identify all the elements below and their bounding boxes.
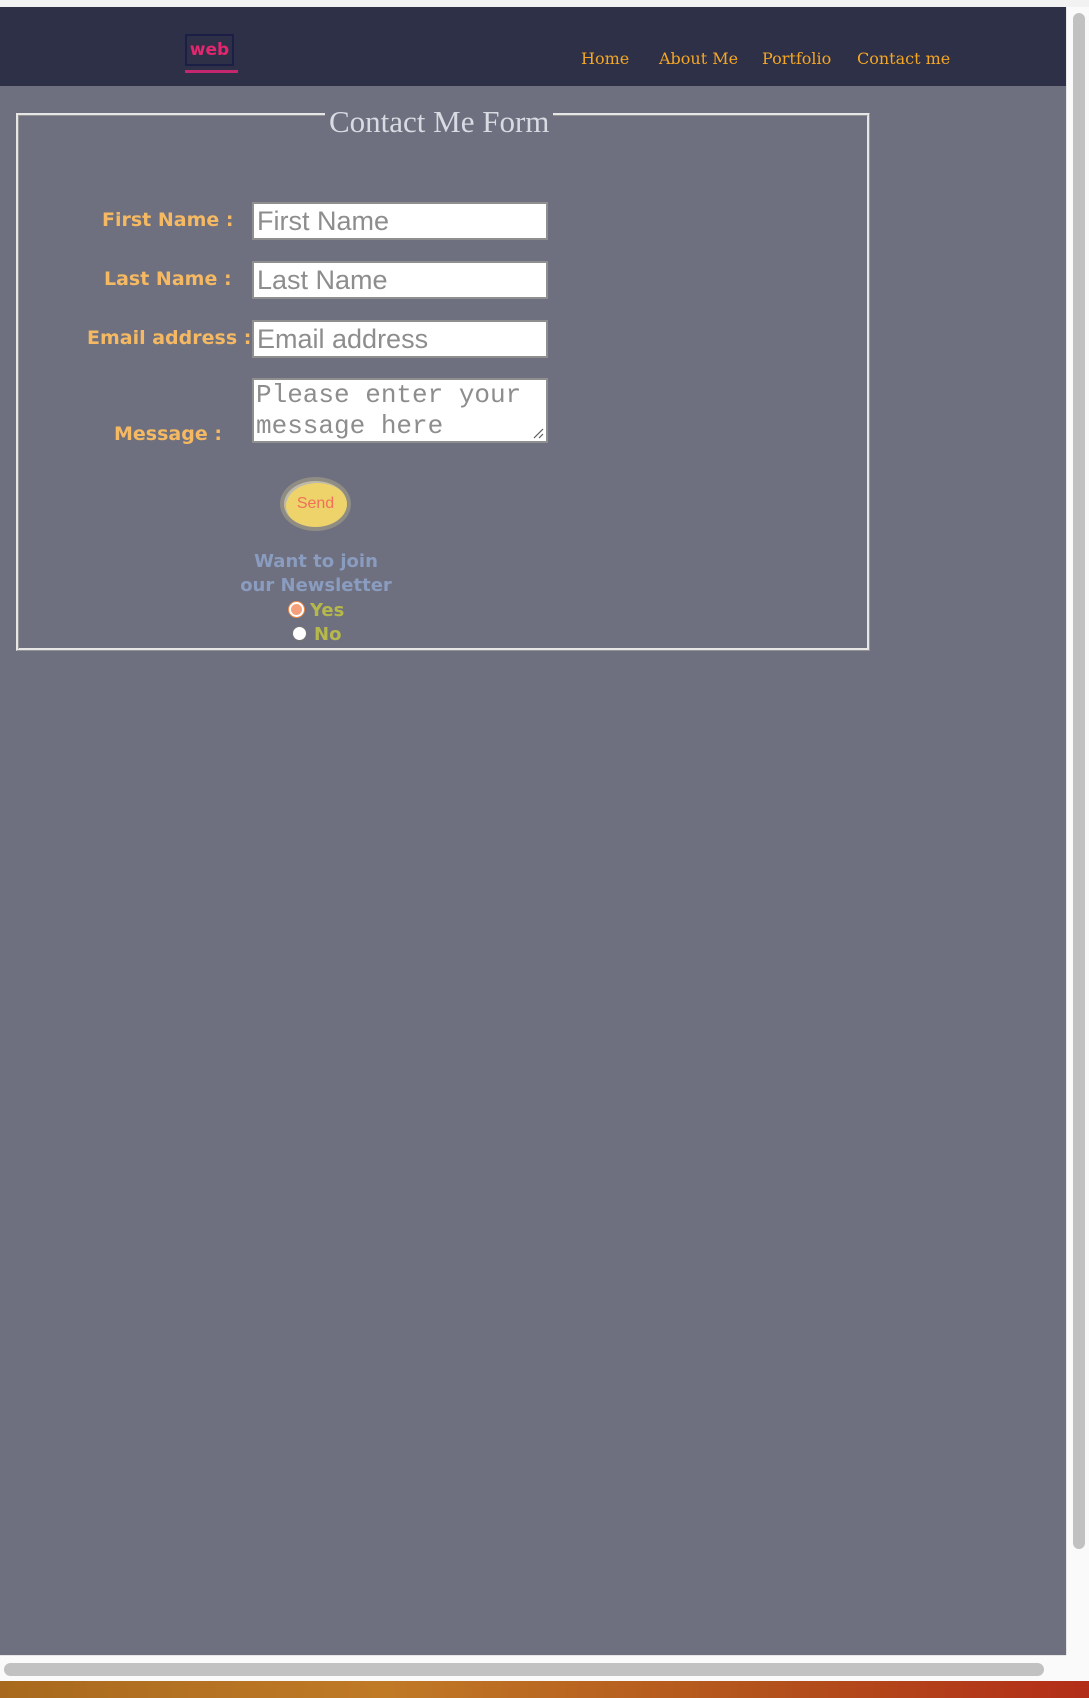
page-viewport: web Home About Me Portfolio Contact me C… xyxy=(0,7,1066,1655)
nav-link-home[interactable]: Home xyxy=(581,49,629,68)
horizontal-scrollbar-thumb[interactable] xyxy=(4,1663,1044,1676)
last-name-field[interactable] xyxy=(252,261,548,299)
scrollbar-corner xyxy=(1066,1655,1089,1681)
email-address-label: Email address : xyxy=(87,327,252,349)
first-name-field[interactable] xyxy=(252,202,548,240)
email-field[interactable] xyxy=(252,320,548,358)
horizontal-scrollbar[interactable] xyxy=(0,1655,1066,1682)
vertical-scrollbar[interactable] xyxy=(1066,7,1089,1655)
newsletter-question: Want to join our Newsletter xyxy=(226,550,406,598)
nav-link-about-me[interactable]: About Me xyxy=(659,49,738,68)
newsletter-no-label: No xyxy=(314,624,342,645)
vertical-scrollbar-thumb[interactable] xyxy=(1073,13,1085,1549)
form-legend: Contact Me Form xyxy=(325,104,554,140)
last-name-label: Last Name : xyxy=(104,268,232,290)
first-name-label: First Name : xyxy=(102,209,234,231)
logo[interactable]: web xyxy=(185,34,234,66)
newsletter-yes-radio[interactable] xyxy=(289,602,304,617)
newsletter-question-line-2: our Newsletter xyxy=(240,575,392,596)
logo-underline xyxy=(185,70,238,73)
nav-link-portfolio[interactable]: Portfolio xyxy=(762,49,831,68)
message-label: Message : xyxy=(114,423,222,445)
newsletter-yes-label: Yes xyxy=(310,600,345,621)
resize-grip-icon[interactable] xyxy=(532,427,544,439)
desktop-background-strip xyxy=(0,1681,1089,1698)
newsletter-no-radio[interactable] xyxy=(292,626,307,641)
newsletter-question-line-1: Want to join xyxy=(254,551,378,572)
navbar: web Home About Me Portfolio Contact me xyxy=(0,7,1066,86)
nav-link-contact-me[interactable]: Contact me xyxy=(857,49,950,68)
send-button[interactable]: Send xyxy=(280,477,351,531)
message-textarea[interactable] xyxy=(252,378,548,443)
